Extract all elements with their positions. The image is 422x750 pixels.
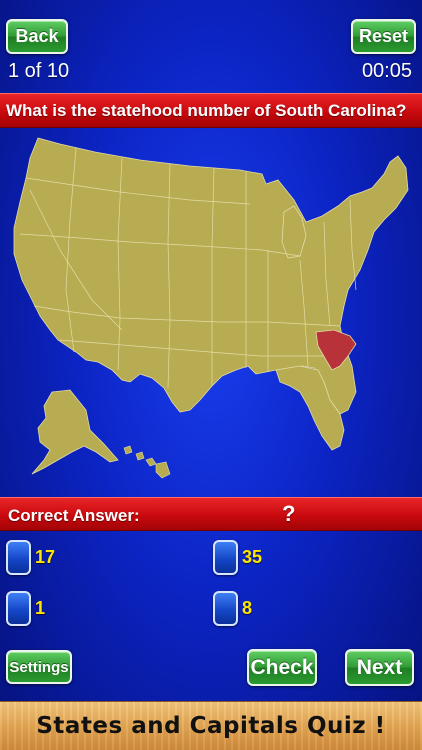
correct-answer-banner: Correct Answer: ? — [0, 497, 422, 531]
answer-option-1[interactable]: 17 — [6, 540, 55, 575]
option-checkbox-icon[interactable] — [213, 591, 238, 626]
footer-banner: States and Capitals Quiz ! — [0, 701, 422, 750]
question-progress: 1 of 10 — [8, 60, 70, 82]
option-label: 17 — [35, 547, 56, 567]
option-label: 8 — [242, 598, 253, 618]
check-button[interactable]: Check — [247, 649, 317, 686]
answer-option-2[interactable]: 35 — [213, 540, 262, 575]
question-banner: What is the statehood number of South Ca… — [0, 93, 422, 128]
option-checkbox-icon[interactable] — [213, 540, 238, 575]
answer-option-3[interactable]: 1 — [6, 591, 45, 626]
option-checkbox-icon[interactable] — [6, 540, 31, 575]
us-map — [0, 130, 422, 495]
answer-option-4[interactable]: 8 — [213, 591, 252, 626]
app-title: States and Capitals Quiz ! — [36, 713, 386, 739]
option-label: 1 — [35, 598, 46, 618]
alaska-shape — [31, 389, 119, 475]
quiz-timer: 00:05 — [361, 60, 412, 82]
us-map-graphic — [13, 137, 409, 479]
question-text: What is the statehood number of South Ca… — [6, 101, 407, 120]
settings-button[interactable]: Settings — [6, 650, 72, 684]
option-label: 35 — [242, 547, 263, 567]
reset-button[interactable]: Reset — [351, 19, 416, 54]
option-checkbox-icon[interactable] — [6, 591, 31, 626]
hawaii-shape — [123, 445, 171, 479]
correct-answer-value: ? — [282, 501, 296, 526]
next-button[interactable]: Next — [345, 649, 414, 686]
back-button[interactable]: Back — [6, 19, 68, 54]
correct-answer-label: Correct Answer: — [8, 506, 140, 525]
